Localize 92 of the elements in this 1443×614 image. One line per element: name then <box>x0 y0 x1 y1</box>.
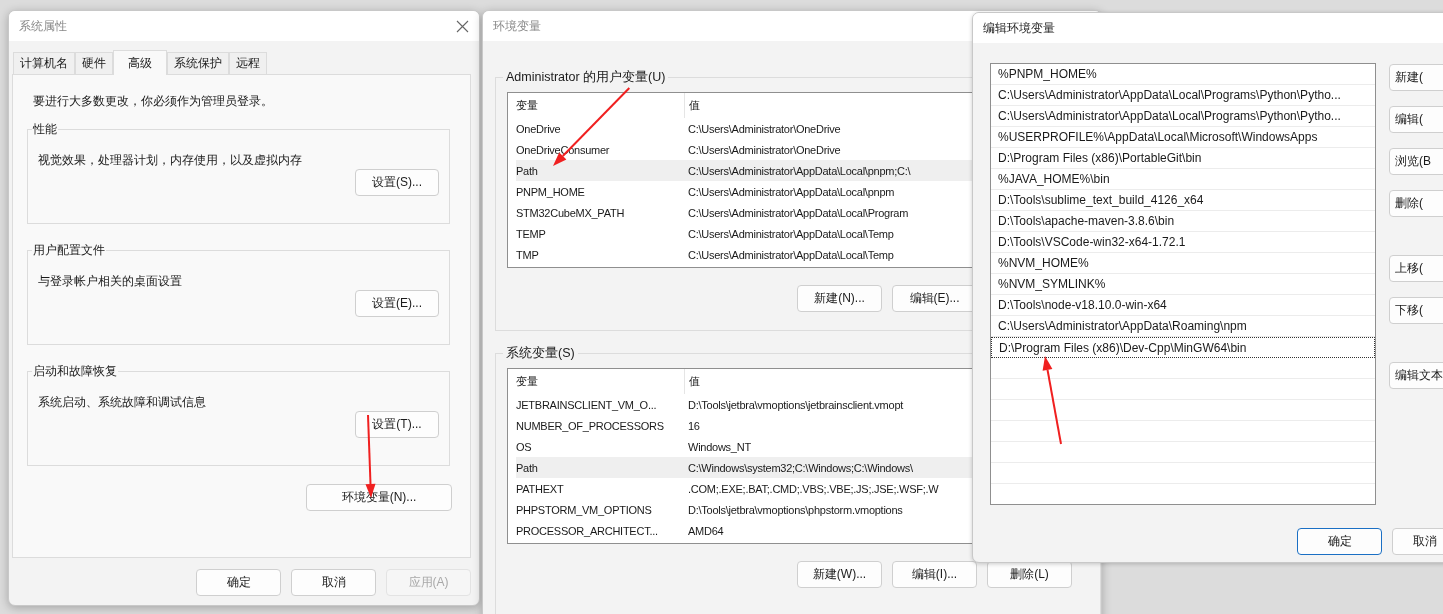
variable-value: D:\Tools\jetbra\vmoptions\phpstorm.vmoptions <box>687 503 903 516</box>
variable-name: STM32CubeMX_PATH <box>516 206 626 219</box>
variable-value: AMD64 <box>687 524 724 537</box>
variable-value: C:\Users\Administrator\AppData\Local\pnpm <box>687 185 895 198</box>
variable-value: .COM;.EXE;.BAT;.CMD;.VBS;.VBE;.JS;.JSE;.WSF;.W <box>687 482 939 495</box>
tab[interactable]: 系统保护 <box>167 52 229 74</box>
list-item[interactable]: %NVM_SYMLINK% <box>991 274 1375 295</box>
variable-value: C:\Users\Administrator\AppData\Local\Temp <box>687 227 894 240</box>
dialog-button[interactable]: 删除(L) <box>987 561 1072 588</box>
variable-name: TEMP <box>516 227 547 240</box>
variable-name: PATHEXT <box>516 482 565 495</box>
variable-name: PNPM_HOME <box>516 185 586 198</box>
group-description: 与登录帐户相关的桌面设置 <box>38 273 183 290</box>
table-row[interactable]: OS Windows_NT <box>516 436 976 457</box>
dialog-button[interactable]: 新建(W)... <box>797 561 882 588</box>
dialog-button[interactable]: 确定 <box>196 569 281 596</box>
group-title: 系统变量(S) <box>505 345 576 362</box>
group-title: Administrator 的用户变量(U) <box>505 69 667 86</box>
list-item[interactable]: %USERPROFILE%\AppData\Local\Microsoft\WindowsApps <box>991 127 1375 148</box>
side-button[interactable]: 编辑文本 <box>1389 362 1443 389</box>
table-row[interactable]: NUMBER_OF_PROCESSORS 16 <box>516 415 976 436</box>
list-item[interactable]: D:\Tools\apache-maven-3.8.6\bin <box>991 211 1375 232</box>
list-item[interactable]: D:\Tools\sublime_text_build_4126_x64 <box>991 190 1375 211</box>
list-item[interactable]: %NVM_HOME% <box>991 253 1375 274</box>
side-button[interactable]: 下移( <box>1389 297 1443 324</box>
variable-name: Path <box>516 164 539 177</box>
column-header[interactable]: 变量 <box>516 93 685 118</box>
tab[interactable]: 远程 <box>229 52 267 74</box>
group-title: 性能 <box>32 121 58 138</box>
variable-name: TMP <box>516 248 540 261</box>
list-item[interactable]: C:\Users\Administrator\AppData\Local\Programs\Python\Pytho... <box>991 106 1375 127</box>
list-item[interactable]: C:\Users\Administrator\AppData\Roaming\npm <box>991 316 1375 337</box>
list-item[interactable]: D:\Program Files (x86)\PortableGit\bin <box>991 148 1375 169</box>
table-row[interactable]: JETBRAINSCLIENT_VM_O... D:\Tools\jetbra\vmoptions\jetbrainsclient.vmopt <box>516 394 976 415</box>
list-item[interactable]: %JAVA_HOME%\bin <box>991 169 1375 190</box>
variable-name: PROCESSOR_ARCHITECT... <box>516 524 659 537</box>
variable-name: OS <box>516 440 533 453</box>
variable-value: C:\Users\Administrator\OneDrive <box>687 122 841 135</box>
window-title: 系统属性 <box>19 17 67 35</box>
side-button[interactable]: 删除( <box>1389 190 1443 217</box>
variable-value: Windows_NT <box>687 440 751 453</box>
settings-button[interactable]: 设置(T)... <box>355 411 439 438</box>
table-row[interactable]: PATHEXT .COM;.EXE;.BAT;.CMD;.VBS;.VBE;.JS;.JSE;.WSF;.W <box>516 478 976 499</box>
variable-value: C:\Users\Administrator\OneDrive <box>687 143 841 156</box>
side-button[interactable]: 浏览(B <box>1389 148 1443 175</box>
variable-value: D:\Tools\jetbra\vmoptions\jetbrainsclient.vmopt <box>687 398 904 411</box>
column-header[interactable]: 变量 <box>516 369 685 394</box>
group-description: 系统启动、系统故障和调试信息 <box>38 394 207 411</box>
list-item[interactable]: D:\Tools\VSCode-win32-x64-1.72.1 <box>991 232 1375 253</box>
column-header[interactable]: 值 <box>685 98 700 113</box>
table-row[interactable]: STM32CubeMX_PATH C:\Users\Administrator\AppData\Local\Program <box>516 202 976 223</box>
tab[interactable]: 硬件 <box>75 52 113 74</box>
variable-value: C:\Windows\system32;C:\Windows;C:\Windows\ <box>687 461 913 474</box>
notice-text: 要进行大多数更改，你必须作为管理员登录。 <box>32 93 274 110</box>
tab[interactable]: 计算机名 <box>13 52 75 74</box>
dialog-button[interactable]: 编辑(I)... <box>892 561 977 588</box>
list-item[interactable]: C:\Users\Administrator\AppData\Local\Programs\Python\Pytho... <box>991 85 1375 106</box>
side-button[interactable]: 新建( <box>1389 64 1443 91</box>
variable-value: C:\Users\Administrator\AppData\Local\Temp <box>687 248 894 261</box>
window-title: 编辑环境变量 <box>983 19 1055 37</box>
variable-name: NUMBER_OF_PROCESSORS <box>516 419 665 432</box>
dialog-button[interactable]: 确定 <box>1297 528 1382 555</box>
variable-value: 16 <box>687 419 700 432</box>
list-item[interactable]: D:\Tools\node-v18.10.0-win-x64 <box>991 295 1375 316</box>
variable-value: C:\Users\Administrator\AppData\Local\pnpm;C:\ <box>687 164 911 177</box>
variable-value: C:\Users\Administrator\AppData\Local\Program <box>687 206 909 219</box>
table-row[interactable]: TEMP C:\Users\Administrator\AppData\Local\Temp <box>516 223 976 244</box>
side-button[interactable]: 上移( <box>1389 255 1443 282</box>
table-row[interactable]: PHPSTORM_VM_OPTIONS D:\Tools\jetbra\vmoptions\phpstorm.vmoptions <box>516 499 976 520</box>
table-row[interactable]: PNPM_HOME C:\Users\Administrator\AppData\Local\pnpm <box>516 181 976 202</box>
window-title: 环境变量 <box>493 17 541 35</box>
settings-button[interactable]: 设置(S)... <box>355 169 439 196</box>
list-item[interactable]: D:\Program Files (x86)\Dev-Cpp\MinGW64\bin <box>991 337 1375 358</box>
settings-button[interactable]: 设置(E)... <box>355 290 439 317</box>
group-title: 启动和故障恢复 <box>32 363 118 380</box>
close-icon[interactable] <box>456 19 469 33</box>
dialog-button[interactable]: 取消 <box>291 569 376 596</box>
tab[interactable]: 高级 <box>113 50 167 75</box>
side-button[interactable]: 编辑( <box>1389 106 1443 133</box>
variable-name: JETBRAINSCLIENT_VM_O... <box>516 398 658 411</box>
group-description: 视觉效果，处理器计划，内存使用，以及虚拟内存 <box>38 152 303 169</box>
variable-name: PHPSTORM_VM_OPTIONS <box>516 503 653 516</box>
table-row[interactable]: OneDrive C:\Users\Administrator\OneDrive <box>516 118 976 139</box>
variable-name: Path <box>516 461 539 474</box>
table-row[interactable]: PROCESSOR_ARCHITECT... AMD64 <box>516 520 976 541</box>
variable-name: OneDrive <box>516 122 562 135</box>
group-title: 用户配置文件 <box>32 242 106 259</box>
column-header[interactable]: 值 <box>685 374 700 389</box>
table-row[interactable]: TMP C:\Users\Administrator\AppData\Local\Temp <box>516 244 976 265</box>
dialog-button[interactable]: 取消 <box>1392 528 1443 555</box>
list-item[interactable]: %PNPM_HOME% <box>991 64 1375 85</box>
dialog-button[interactable]: 新建(N)... <box>797 285 882 312</box>
